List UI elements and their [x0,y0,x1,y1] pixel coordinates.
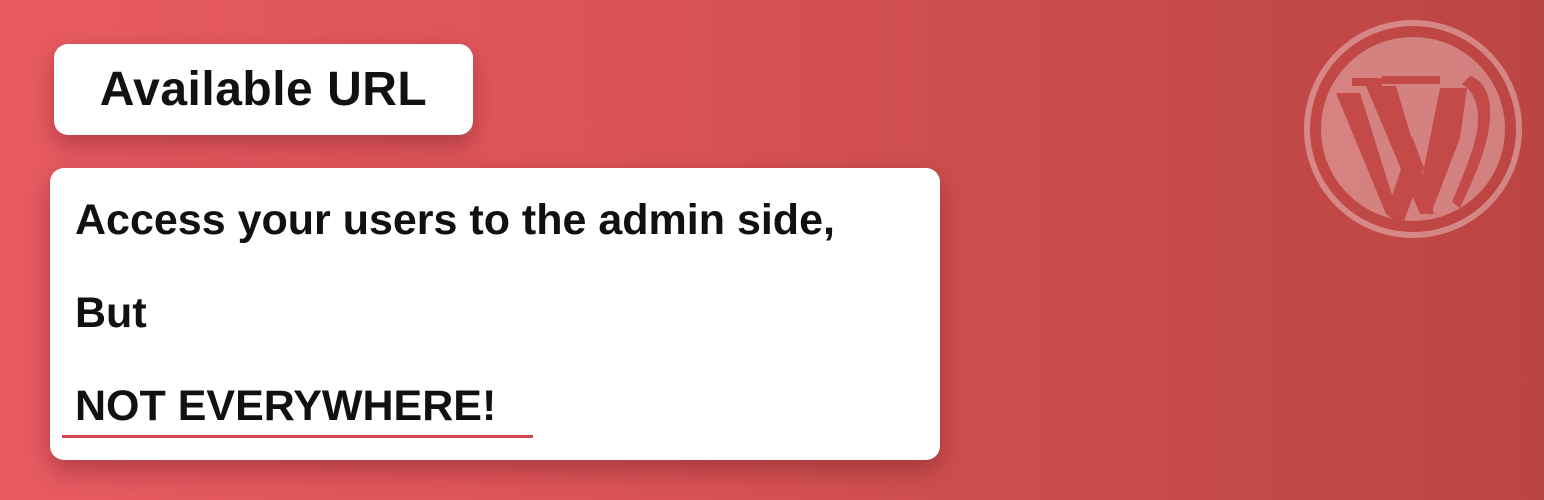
title-card: Available URL [54,44,473,135]
message-line-2: But [75,289,147,337]
message-card: Access your users to the admin side, But… [50,168,940,460]
title-label: Available URL [99,63,428,116]
message-line-3: NOT EVERYWHERE! [75,382,497,430]
message-line-1: Access your users to the admin side, [75,196,835,244]
emphasis-underline [62,435,533,438]
wordpress-icon [1304,20,1522,238]
banner: Available URL Access your users to the a… [0,0,1544,500]
